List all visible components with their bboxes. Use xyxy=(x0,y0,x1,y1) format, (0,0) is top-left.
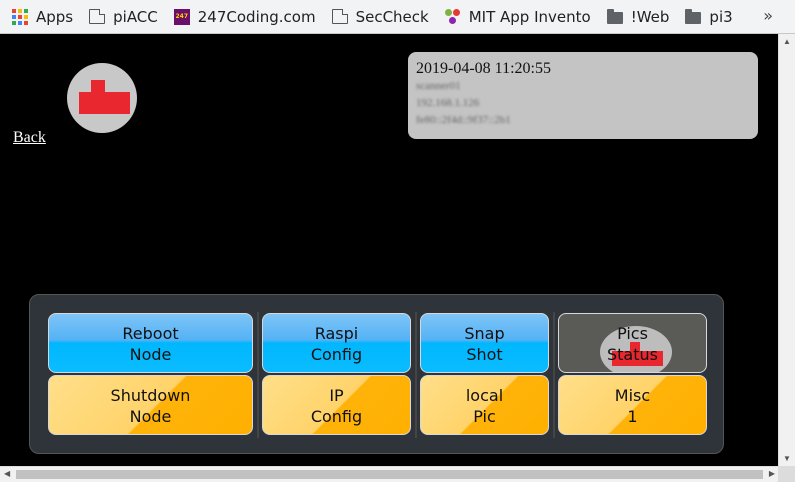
status-info-box: 2019-04-08 11:20:55 scanner01 192.168.1.… xyxy=(408,52,758,139)
bookmark-label: pi3 xyxy=(709,7,733,26)
bookmark-label: MIT App Invento xyxy=(468,7,591,26)
bookmark-label: Apps xyxy=(36,7,74,26)
pics-status-button[interactable]: Pics Status xyxy=(558,313,707,373)
bookmarks-bar: Apps piACC 247 247Coding.com SecCheck MI… xyxy=(0,0,795,34)
back-link[interactable]: Back xyxy=(13,129,46,147)
bookmark-web-folder[interactable]: !Web xyxy=(606,3,670,31)
button-label-line1: Misc xyxy=(614,386,651,405)
misc-1-button[interactable]: Misc 1 xyxy=(558,375,707,435)
bookmarks-overflow-chevron-icon[interactable]: » xyxy=(763,6,773,25)
divider xyxy=(553,312,555,438)
bookmark-apps[interactable]: Apps xyxy=(12,3,73,31)
reboot-node-button[interactable]: Reboot Node xyxy=(48,313,253,373)
local-pic-button[interactable]: local Pic xyxy=(420,375,549,435)
button-label-line2: 1 xyxy=(627,407,638,426)
divider xyxy=(257,312,259,438)
datetime-text: 2019-04-08 11:20:55 xyxy=(416,60,551,77)
bookmark-mit-app-inventor[interactable]: MIT App Invento xyxy=(444,3,591,31)
bookmark-label: !Web xyxy=(630,7,670,26)
logo xyxy=(67,63,137,133)
bookmark-pi3-folder[interactable]: pi3 xyxy=(685,3,733,31)
scroll-up-arrow-icon[interactable]: ▲ xyxy=(783,37,791,46)
apps-grid-icon xyxy=(12,8,28,25)
bookmark-label: 247Coding.com xyxy=(197,7,316,26)
snap-shot-button[interactable]: Snap Shot xyxy=(420,313,549,373)
button-label-line1: Snap xyxy=(464,324,505,343)
scroll-left-arrow-icon[interactable]: ◀ xyxy=(4,469,10,478)
bookmark-piacc[interactable]: piACC xyxy=(89,3,158,31)
button-label-line2: Node xyxy=(129,407,172,426)
scrollbar-corner xyxy=(778,466,795,482)
bookmark-label: piACC xyxy=(113,7,158,26)
button-label-line2: Config xyxy=(310,345,363,364)
button-label-line2: Node xyxy=(129,345,172,364)
bookmark-label: SecCheck xyxy=(355,7,429,26)
hostname-text: scanner01 xyxy=(416,80,461,92)
document-icon xyxy=(89,9,106,24)
raspi-config-button[interactable]: Raspi Config xyxy=(262,313,411,373)
control-panel: Reboot Node Raspi Config Snap Shot Pics … xyxy=(29,294,724,454)
vertical-scrollbar[interactable]: ▲ ▼ xyxy=(778,34,795,466)
document-icon xyxy=(331,9,348,24)
mit-app-inventor-icon xyxy=(444,8,461,25)
ip-config-button[interactable]: IP Config xyxy=(262,375,411,435)
divider xyxy=(415,312,417,438)
scroll-down-arrow-icon[interactable]: ▼ xyxy=(783,454,791,463)
button-label-line2: Status xyxy=(607,345,658,364)
button-label-line2: Pic xyxy=(473,407,496,426)
button-label-line1: IP xyxy=(329,386,344,405)
button-label-line1: Raspi xyxy=(314,324,359,343)
ipv4-text: 192.168.1.126 xyxy=(416,97,480,109)
folder-icon xyxy=(685,9,702,24)
bookmark-247coding[interactable]: 247 247Coding.com xyxy=(173,3,316,31)
button-label-line1: local xyxy=(465,386,504,405)
button-label-line2: Shot xyxy=(466,345,503,364)
bookmark-seccheck[interactable]: SecCheck xyxy=(331,3,429,31)
247coding-icon: 247 xyxy=(173,8,190,25)
shutdown-node-button[interactable]: Shutdown Node xyxy=(48,375,253,435)
button-label-line2: Config xyxy=(310,407,363,426)
horizontal-scrollbar[interactable]: ◀ ▶ xyxy=(0,466,795,482)
button-label-line1: Reboot xyxy=(122,324,179,343)
folder-icon xyxy=(606,9,623,24)
ipv6-text: fe80::2f4d::9f37::2b1 xyxy=(416,114,511,126)
horizontal-scroll-thumb[interactable] xyxy=(16,470,763,479)
button-label-line1: Shutdown xyxy=(110,386,191,405)
scroll-right-arrow-icon[interactable]: ▶ xyxy=(769,469,775,478)
button-label-line1: Pics xyxy=(617,324,648,343)
